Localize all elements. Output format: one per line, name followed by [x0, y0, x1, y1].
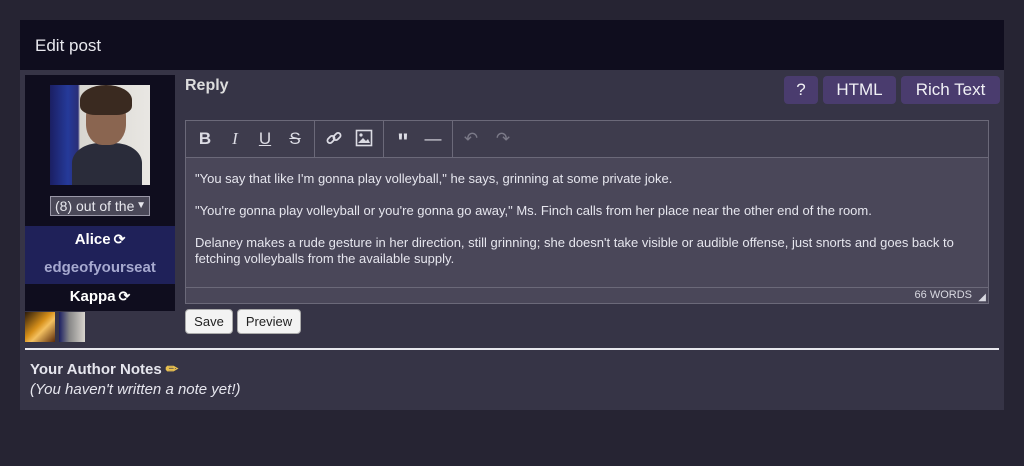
resize-handle-icon[interactable]: ◢ [978, 292, 986, 303]
chevron-down-icon: ▼ [134, 197, 146, 215]
account-row[interactable]: Kappa ⟳ [25, 288, 175, 305]
author-notes-empty: (You haven't written a note yet!) [30, 381, 241, 398]
strikethrough-icon[interactable]: S [284, 129, 306, 149]
blockquote-icon[interactable]: " [392, 129, 414, 156]
character-selector[interactable]: (8) out of the ▼ [50, 196, 150, 216]
undo-icon[interactable]: ↶ [460, 129, 482, 149]
author-notes-title: Your Author Notes ✏ [30, 360, 178, 378]
reply-label: Reply [185, 77, 229, 94]
edit-panel: (8) out of the ▼ Alice ⟳ edgeofyourseat K… [20, 70, 1004, 410]
username-label[interactable]: edgeofyourseat [25, 259, 175, 276]
account-name: Kappa [69, 288, 116, 305]
pencil-icon[interactable]: ✏ [166, 361, 179, 378]
paragraph: "You say that like I'm gonna play volley… [195, 171, 673, 186]
save-button[interactable]: Save [185, 309, 233, 334]
divider [25, 348, 999, 350]
editor-content[interactable]: "You say that like I'm gonna play volley… [195, 171, 965, 283]
icon-thumbnail[interactable] [59, 312, 85, 342]
character-name-row[interactable]: Alice ⟳ [25, 231, 175, 248]
sync-icon[interactable]: ⟳ [114, 231, 126, 247]
character-name: Alice [74, 231, 111, 248]
icon-thumbnail[interactable] [25, 312, 55, 342]
editor-status-bar: 66 WORDS ◢ [186, 287, 988, 304]
paragraph: "You're gonna play volleyball or you're … [195, 203, 872, 218]
sync-icon[interactable]: ⟳ [119, 288, 131, 304]
redo-icon[interactable]: ↷ [492, 129, 514, 149]
character-selector-value: (8) out of the [55, 198, 135, 214]
editor-toolbar: B I U S " — ↶ ↷ [186, 121, 988, 158]
html-mode-button[interactable]: HTML [823, 76, 896, 104]
help-button[interactable]: ? [784, 76, 818, 104]
paragraph: Delaney makes a rude gesture in her dire… [195, 235, 954, 266]
preview-button[interactable]: Preview [237, 309, 301, 334]
horizontal-rule-icon[interactable]: — [422, 129, 444, 149]
character-card: (8) out of the ▼ Alice ⟳ edgeofyourseat K… [25, 75, 175, 311]
bold-icon[interactable]: B [194, 129, 216, 149]
rich-text-mode-button[interactable]: Rich Text [901, 76, 1000, 104]
image-icon[interactable] [353, 129, 375, 149]
author-notes-label: Your Author Notes [30, 361, 162, 378]
underline-icon[interactable]: U [254, 129, 276, 149]
word-count: 66 WORDS [914, 289, 972, 301]
character-avatar[interactable] [50, 85, 150, 185]
page-header: Edit post [20, 20, 1004, 70]
page-title: Edit post [35, 36, 102, 55]
rich-text-editor[interactable]: B I U S " — ↶ ↷ "You say that like I'm g… [185, 120, 989, 304]
italic-icon[interactable]: I [224, 129, 246, 149]
link-icon[interactable] [323, 129, 345, 149]
